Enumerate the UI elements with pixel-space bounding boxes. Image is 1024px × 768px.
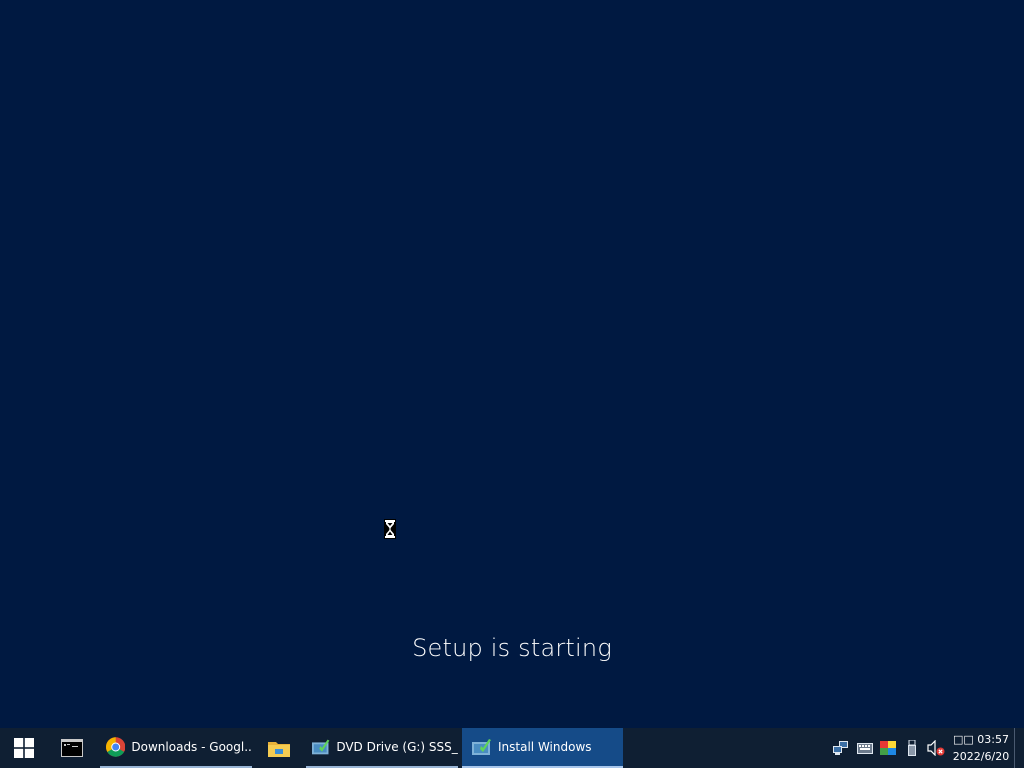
setup-icon: [472, 739, 491, 755]
display-color-icon: [880, 741, 896, 755]
taskbar-item-chrome[interactable]: Downloads - Googl...: [100, 728, 252, 768]
tray-usb[interactable]: [904, 728, 920, 768]
clock-date: 2022/6/20: [952, 750, 1010, 763]
taskbar-clock[interactable]: □□ 03:57 2022/6/20: [948, 728, 1014, 768]
network-icon: [833, 741, 848, 755]
taskbar-item-dvd-drive[interactable]: DVD Drive (G:) SSS_...: [306, 728, 458, 768]
taskbar-item-command-prompt[interactable]: [48, 728, 96, 768]
windows-logo-icon: [14, 738, 34, 758]
chrome-task-label: Downloads - Googl...: [131, 740, 252, 754]
start-button[interactable]: [0, 728, 48, 768]
taskbar-item-install-windows[interactable]: Install Windows: [462, 728, 623, 768]
show-desktop-button[interactable]: [1014, 728, 1024, 768]
dvd-task-label: DVD Drive (G:) SSS_...: [336, 740, 458, 754]
keyboard-icon: [857, 742, 873, 754]
tray-volume[interactable]: [926, 728, 946, 768]
setup-status-text: Setup is starting: [412, 634, 612, 662]
tray-keyboard[interactable]: [856, 728, 874, 768]
volume-muted-icon: [927, 740, 945, 756]
busy-cursor-icon: [384, 519, 396, 539]
usb-icon: [908, 740, 916, 756]
command-prompt-icon: [61, 739, 83, 757]
tray-display-color[interactable]: [879, 728, 897, 768]
folder-icon: [268, 742, 290, 757]
setup-icon: [312, 739, 330, 755]
setup-screen: Setup is starting: [0, 0, 1024, 728]
clock-time: □□ 03:57: [953, 733, 1009, 746]
chrome-icon: [106, 737, 126, 757]
install-task-label: Install Windows: [498, 740, 592, 754]
taskbar-item-file-explorer[interactable]: [256, 728, 302, 768]
tray-network[interactable]: [832, 728, 850, 768]
